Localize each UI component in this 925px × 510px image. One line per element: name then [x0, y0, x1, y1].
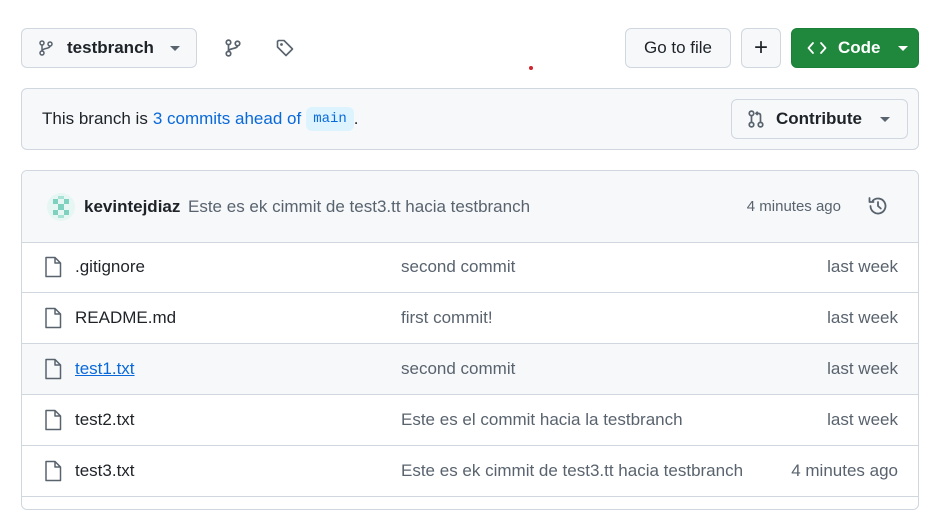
code-label: Code: [838, 38, 881, 57]
contribute-button[interactable]: Contribute: [731, 99, 908, 139]
file-list: kevintejdiaz Este es ek cimmit de test3.…: [21, 170, 919, 510]
file-icon: [45, 358, 62, 380]
file-commit-time: last week: [827, 257, 898, 276]
branch-status-text: This branch is 3 commits ahead of main .: [42, 89, 359, 149]
commit-time: 4 minutes ago: [746, 198, 841, 215]
file-commit-time: last week: [827, 308, 898, 327]
banner-suffix: .: [353, 109, 359, 128]
history-icon[interactable]: [866, 194, 890, 218]
file-row[interactable]: test1.txt second commit last week: [22, 344, 918, 395]
branch-status-banner: This branch is 3 commits ahead of main .…: [21, 88, 919, 150]
file-name[interactable]: .gitignore: [75, 242, 145, 292]
file-commit-message[interactable]: Este es el commit hacia la testbranch: [401, 395, 683, 445]
file-name[interactable]: test2.txt: [75, 395, 135, 445]
file-row[interactable]: README.md first commit! last week: [22, 293, 918, 344]
chevron-down-icon: [169, 45, 180, 51]
commit-message[interactable]: Este es ek cimmit de test3.tt hacia test…: [188, 171, 530, 242]
banner-prefix: This branch is: [42, 109, 148, 128]
plus-icon: +: [753, 34, 768, 61]
chevron-down-icon: [879, 116, 890, 122]
latest-commit-bar: kevintejdiaz Este es ek cimmit de test3.…: [22, 171, 918, 243]
file-name[interactable]: test1.txt: [75, 344, 135, 394]
chevron-down-icon: [897, 45, 908, 51]
go-to-file-button[interactable]: Go to file: [625, 28, 731, 68]
file-row[interactable]: .gitignore second commit last week: [22, 242, 918, 293]
file-commit-time: 4 minutes ago: [791, 461, 898, 480]
avatar[interactable]: [47, 193, 75, 221]
file-commit-message[interactable]: second commit: [401, 242, 515, 292]
file-commit-time: last week: [827, 410, 898, 429]
file-icon: [45, 307, 62, 329]
file-icon: [45, 460, 62, 482]
file-commit-message[interactable]: Este es ek cimmit de test3.tt hacia test…: [401, 446, 743, 496]
file-row[interactable]: test2.txt Este es el commit hacia la tes…: [22, 395, 918, 446]
branches-button[interactable]: [217, 32, 249, 64]
commit-author[interactable]: kevintejdiaz: [84, 171, 180, 242]
commits-ahead-link[interactable]: 3 commits ahead of: [153, 109, 301, 129]
branch-name: testbranch: [67, 38, 154, 57]
cursor-dot: [529, 66, 533, 70]
git-branch-icon: [39, 40, 53, 56]
file-commit-time: last week: [827, 359, 898, 378]
pull-request-icon: [748, 110, 764, 128]
base-branch-badge[interactable]: main: [306, 107, 354, 131]
add-file-button[interactable]: +: [741, 28, 781, 68]
tags-button[interactable]: [269, 32, 301, 64]
code-button[interactable]: Code: [791, 28, 919, 68]
file-row[interactable]: test3.txt Este es ek cimmit de test3.tt …: [22, 446, 918, 497]
git-branch-icon: [225, 39, 241, 57]
file-commit-message[interactable]: second commit: [401, 344, 515, 394]
file-name[interactable]: test3.txt: [75, 446, 135, 496]
code-icon: [807, 42, 827, 54]
file-commit-message[interactable]: first commit!: [401, 293, 493, 343]
branch-selector[interactable]: testbranch: [21, 28, 197, 68]
contribute-label: Contribute: [776, 109, 862, 128]
file-icon: [45, 256, 62, 278]
file-icon: [45, 409, 62, 431]
tag-icon: [276, 39, 294, 57]
file-name[interactable]: README.md: [75, 293, 176, 343]
go-to-file-label: Go to file: [643, 38, 713, 57]
